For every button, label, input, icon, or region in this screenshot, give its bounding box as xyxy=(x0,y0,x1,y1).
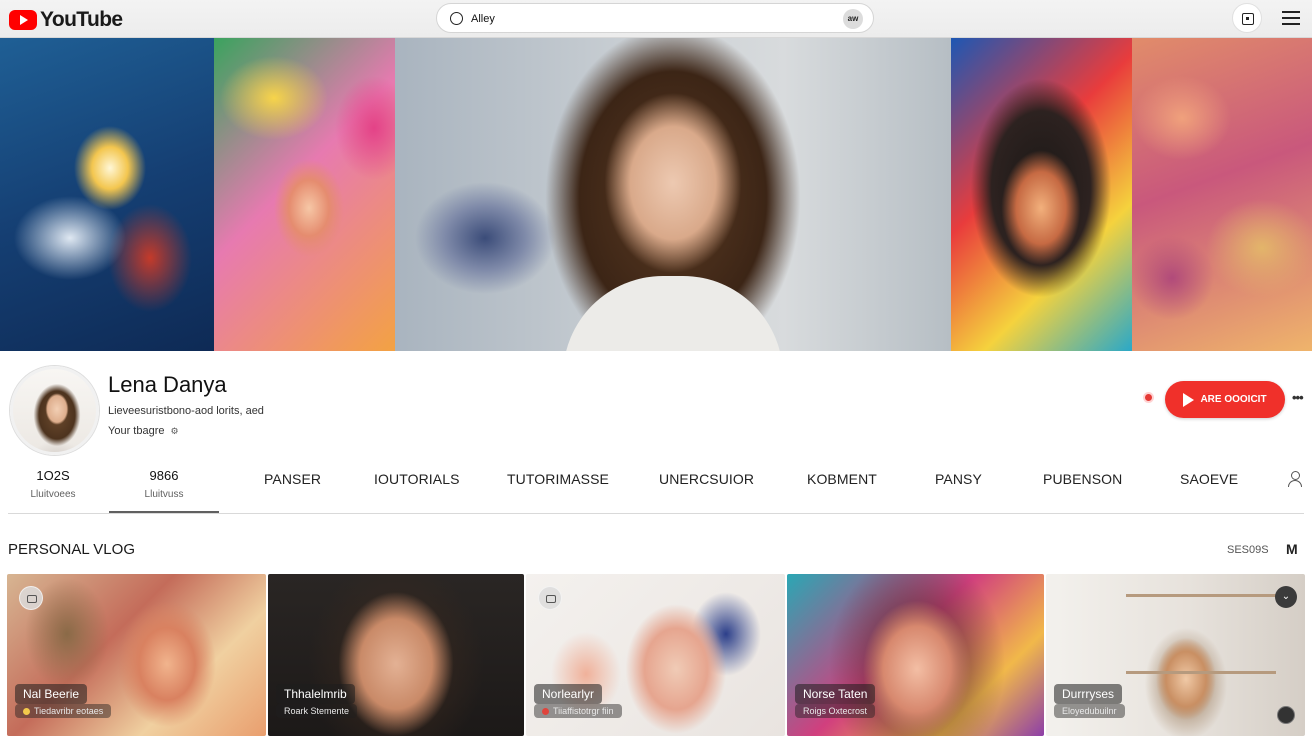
status-dot-icon xyxy=(542,707,549,715)
stat-label: Lluitvuss xyxy=(144,489,184,500)
tab-2[interactable]: IOUTORIALS xyxy=(374,471,460,487)
tab-stat-2[interactable]: 9866 Lluitvuss xyxy=(109,468,219,513)
channel-description: Lieveesuristbono-aod lorits, aed xyxy=(108,405,264,417)
more-options-icon[interactable]: ••• xyxy=(1292,390,1304,405)
banner-painting-portrait-colorful xyxy=(214,38,395,351)
banner-painting-portrait-dark xyxy=(951,38,1132,351)
stat-number: 9866 xyxy=(149,468,179,483)
video-meta-text: Roigs Oxtecrost xyxy=(803,706,868,716)
options-icon[interactable] xyxy=(1277,706,1295,724)
banner-painting-abstract xyxy=(0,38,214,351)
youtube-play-icon xyxy=(9,10,37,30)
video-title: Norlearlyr xyxy=(534,684,603,704)
camera-icon[interactable] xyxy=(538,586,562,610)
stat-label: Lluitvoees xyxy=(30,489,76,500)
section-m-icon[interactable]: M xyxy=(1286,541,1298,557)
section-title: PERSONAL VLOG xyxy=(8,541,135,558)
tab-4[interactable]: UNERCSUIOR xyxy=(659,471,754,487)
channel-name: Lena Danya xyxy=(108,372,227,397)
play-icon xyxy=(1183,392,1195,407)
video-meta: Tiedavribr eotaes xyxy=(15,704,112,718)
video-meta-text: Eloyedubuilnr xyxy=(1062,706,1117,716)
tab-stat-1[interactable]: 1O2S Lluitvoees xyxy=(0,468,108,500)
tab-8[interactable]: SAOEVE xyxy=(1180,471,1238,487)
calendar-icon xyxy=(1242,13,1254,25)
video-card[interactable]: ⌄ Durrryses Eloyedubuilnr xyxy=(1046,574,1305,736)
banner-painting-abstract-warm xyxy=(1132,38,1312,351)
channel-tabs: 1O2S Lluitvoees 9866 Lluitvuss PANSER IO… xyxy=(8,460,1304,514)
tab-6[interactable]: PANSY xyxy=(935,471,982,487)
video-meta: Eloyedubuilnr xyxy=(1054,704,1125,718)
top-bar: YouTube aw xyxy=(0,0,1312,38)
search-bar[interactable]: aw xyxy=(436,3,874,33)
video-meta-text: Tiiaffistotrgr fiin xyxy=(553,706,614,716)
voice-search-button[interactable]: aw xyxy=(843,9,863,29)
video-title: Nal Beerie xyxy=(15,684,88,704)
gear-icon[interactable]: ⚙ xyxy=(170,426,178,436)
channel-avatar[interactable] xyxy=(10,366,99,455)
video-card[interactable]: Thhalelmrib Roark Stemente xyxy=(268,574,524,736)
chevron-down-icon[interactable]: ⌄ xyxy=(1275,586,1297,608)
channel-banner xyxy=(0,38,1312,351)
video-meta: Roigs Oxtecrost xyxy=(795,704,876,718)
subscribe-label: ARE OOOICIT xyxy=(1200,394,1267,405)
video-title: Durrryses xyxy=(1054,684,1123,704)
tab-5[interactable]: KOBMENT xyxy=(807,471,877,487)
channel-subline: Your tbagre ⚙ xyxy=(108,425,179,437)
search-icon xyxy=(450,12,463,25)
video-card[interactable]: Nal Beerie Tiedavribr eotaes xyxy=(7,574,266,736)
subscribe-button[interactable]: ARE OOOICIT xyxy=(1165,381,1285,418)
channel-subline-text: Your tbagre xyxy=(108,425,165,437)
notification-dot-icon xyxy=(1143,392,1154,403)
video-meta-text: Tiedavribr eotaes xyxy=(34,706,104,716)
hamburger-menu-icon[interactable] xyxy=(1282,11,1300,25)
calendar-button[interactable] xyxy=(1232,3,1262,33)
video-meta-text: Roark Stemente xyxy=(284,706,350,716)
tab-7[interactable]: PUBENSON xyxy=(1043,471,1122,487)
search-input[interactable] xyxy=(471,9,831,28)
video-meta: Roark Stemente xyxy=(276,704,358,718)
tab-1[interactable]: PANSER xyxy=(264,471,321,487)
status-dot-icon xyxy=(23,707,30,715)
stat-number: 1O2S xyxy=(36,468,70,483)
video-meta: Tiiaffistotrgr fiin xyxy=(534,704,622,718)
tab-3[interactable]: TUTORIMASSE xyxy=(507,471,609,487)
logo-text: YouTube xyxy=(40,8,123,31)
banner-photo-woman xyxy=(395,38,951,351)
person-icon[interactable] xyxy=(1288,471,1302,487)
video-card[interactable]: Norse Taten Roigs Oxtecrost xyxy=(787,574,1044,736)
video-card[interactable]: Norlearlyr Tiiaffistotrgr fiin xyxy=(526,574,785,736)
video-title: Norse Taten xyxy=(795,684,876,704)
camera-icon[interactable] xyxy=(19,586,43,610)
section-count: SES09S xyxy=(1227,544,1269,556)
video-title: Thhalelmrib xyxy=(276,684,355,704)
youtube-logo[interactable]: YouTube xyxy=(9,8,123,32)
